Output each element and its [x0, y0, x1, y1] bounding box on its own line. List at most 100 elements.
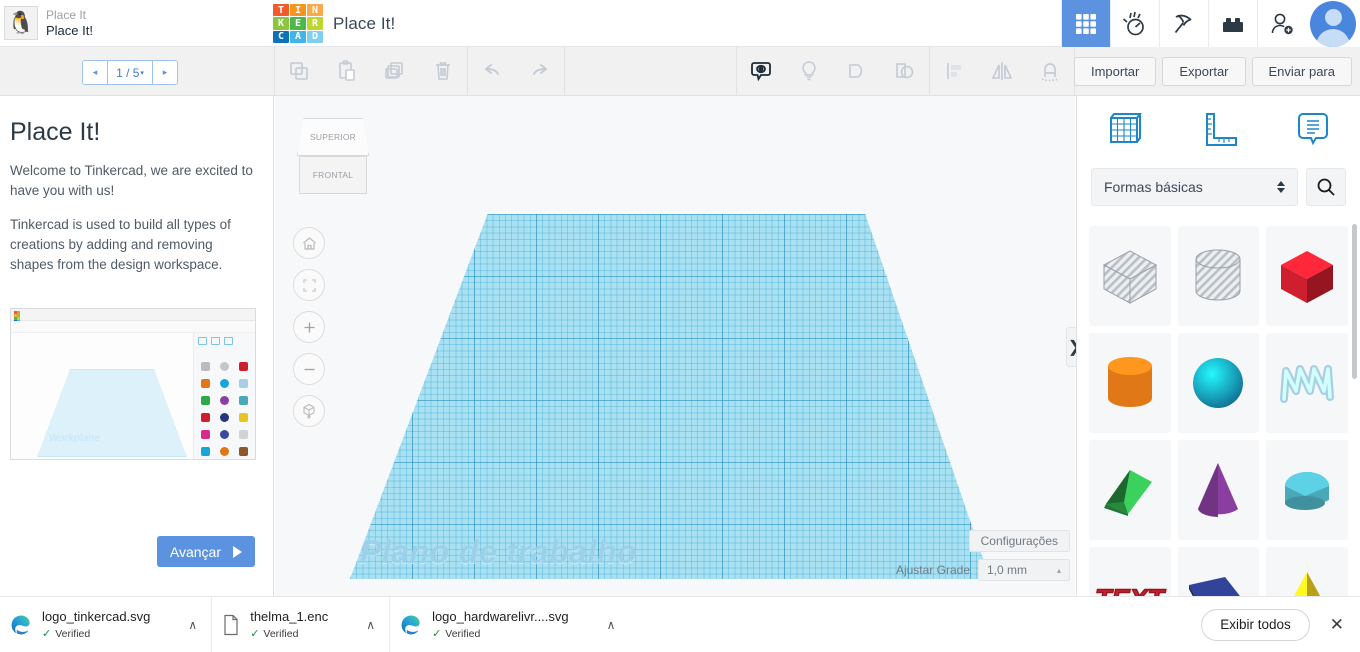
brand[interactable]: TIN KER CAD Place It!: [273, 4, 395, 43]
shape-grid: TEXT: [1077, 218, 1360, 596]
group-icon[interactable]: [833, 47, 881, 95]
shapes-scrollbar[interactable]: [1352, 224, 1357, 379]
import-button[interactable]: Importar: [1073, 57, 1157, 86]
settings-button[interactable]: Configurações: [968, 530, 1070, 552]
download-status-label: Verified: [55, 627, 91, 640]
mirror-icon[interactable]: [978, 47, 1026, 95]
shape-item-wedge-navy[interactable]: [1177, 547, 1260, 596]
shape-category-select[interactable]: Formas básicas: [1091, 168, 1298, 206]
show-all-downloads-button[interactable]: Exibir todos: [1201, 608, 1310, 641]
download-file-name: logo_tinkercad.svg: [42, 609, 151, 624]
search-icon[interactable]: [1306, 168, 1346, 206]
workplane-major-grid: [350, 214, 990, 579]
export-button[interactable]: Exportar: [1162, 57, 1246, 86]
show-hide-eye-icon[interactable]: [737, 47, 785, 95]
pager-count-label: 1 / 5: [116, 65, 140, 80]
download-file-name: thelma_1.enc: [250, 609, 329, 624]
file-actions: Importar Exportar Enviar para: [1073, 57, 1352, 86]
shape-item-text-red[interactable]: TEXT: [1089, 547, 1171, 596]
logo-cell-n: N: [307, 4, 323, 17]
view-cube-top-face[interactable]: SUPERIOR: [297, 118, 369, 156]
workplane-grid-icon[interactable]: [1077, 108, 1171, 152]
thumb-shape-item: [236, 376, 252, 390]
download-item[interactable]: logo_hardwarelivr....svg ✓ Verified ∧: [389, 596, 629, 652]
thumb-shape-item: [236, 410, 252, 424]
chevron-up-icon[interactable]: ∧: [607, 618, 616, 632]
zoom-in-icon[interactable]: [293, 311, 325, 343]
undo-icon[interactable]: [468, 47, 516, 95]
grid-snap-select[interactable]: 1,0 mm ▴: [978, 559, 1070, 581]
grid-apps-icon[interactable]: [1061, 0, 1110, 47]
home-icon[interactable]: [293, 227, 325, 259]
advance-button[interactable]: Avançar: [156, 536, 255, 567]
shape-item-pyramid-yellow[interactable]: [1266, 547, 1348, 596]
lightbulb-icon[interactable]: [785, 47, 833, 95]
thumb-shape-item: [216, 410, 232, 424]
codeblocks-pickaxe-icon[interactable]: [1159, 0, 1208, 47]
paste-icon[interactable]: [323, 47, 371, 95]
circuits-icon[interactable]: [1110, 0, 1159, 47]
pager-prev-button[interactable]: ◂: [83, 61, 107, 84]
send-to-button[interactable]: Enviar para: [1251, 57, 1352, 86]
fit-view-icon[interactable]: [293, 269, 325, 301]
thumb-toolbar: [11, 321, 255, 333]
shape-category-value: Formas básicas: [1104, 179, 1203, 195]
view-cube-front-face[interactable]: FRONTAL: [299, 156, 367, 194]
magnet-icon[interactable]: [1026, 47, 1074, 95]
workplane-label: Plano de trabalho: [360, 534, 637, 570]
logo-cell-a: A: [290, 30, 306, 43]
project-thumbnail[interactable]: 🐧: [4, 6, 38, 40]
pager-count[interactable]: 1 / 5 ▾: [107, 61, 153, 84]
add-user-icon[interactable]: [1257, 0, 1306, 47]
shape-item-cylinder-orange[interactable]: [1089, 333, 1171, 433]
grid-snap-value: 1,0 mm: [987, 563, 1028, 577]
ruler-icon[interactable]: [1171, 108, 1265, 152]
align-icon[interactable]: [930, 47, 978, 95]
duplicate-icon[interactable]: [371, 47, 419, 95]
thumb-shape-item: [197, 444, 213, 458]
shape-item-roof-green[interactable]: [1089, 440, 1171, 540]
project-meta: Place It Place It!: [46, 8, 226, 39]
edge-browser-icon: [10, 614, 32, 636]
project-owner: Place It: [46, 7, 87, 22]
copy-icon[interactable]: [275, 47, 323, 95]
shape-item-box-hole[interactable]: [1089, 226, 1171, 326]
design-canvas[interactable]: SUPERIOR FRONTAL Plano de trabalho Confi…: [275, 96, 1075, 596]
workplane[interactable]: Plano de trabalho: [350, 214, 990, 579]
view-cube[interactable]: SUPERIOR FRONTAL: [297, 118, 369, 194]
shape-item-cone-purple[interactable]: [1177, 440, 1260, 540]
orthographic-view-icon[interactable]: [293, 395, 325, 427]
shape-item-halfcylinder-teal[interactable]: [1266, 440, 1348, 540]
thumb-titlebar: [11, 309, 255, 326]
spinner-icon: [1277, 181, 1285, 193]
thumb-shape-item: [236, 427, 252, 441]
ungroup-icon[interactable]: [881, 47, 929, 95]
user-avatar[interactable]: [1306, 0, 1360, 47]
play-arrow-icon: [233, 545, 242, 558]
thumb-shape-item: [197, 410, 213, 424]
shape-item-scribble-lightblue[interactable]: [1266, 333, 1348, 433]
close-icon[interactable]: ✕: [1324, 615, 1350, 635]
download-item-texts: logo_hardwarelivr....svg ✓ Verified: [432, 609, 569, 640]
pager-next-button[interactable]: ▸: [153, 61, 177, 84]
thumb-shape-item: [236, 359, 252, 373]
shape-item-cylinder-hole[interactable]: [1177, 226, 1260, 326]
shape-item-box-red[interactable]: [1266, 226, 1348, 326]
delete-icon[interactable]: [419, 47, 467, 95]
zoom-out-icon[interactable]: [293, 353, 325, 385]
brick-icon[interactable]: [1208, 0, 1257, 47]
check-icon: ✓: [432, 628, 442, 640]
brand-title: Place It!: [333, 13, 396, 33]
shape-item-sphere-blue[interactable]: [1177, 333, 1260, 433]
thumb-shape-panel: [193, 333, 255, 459]
download-item[interactable]: logo_tinkercad.svg ✓ Verified ∧: [0, 597, 211, 652]
thumb-shape-item: [216, 393, 232, 407]
redo-icon[interactable]: [516, 47, 564, 95]
download-item[interactable]: thelma_1.enc ✓ Verified ∧: [211, 596, 389, 652]
chevron-up-icon[interactable]: ∧: [188, 618, 197, 632]
tutorial-footer: Avançar: [0, 536, 274, 596]
check-icon: ✓: [250, 628, 260, 640]
chevron-up-icon[interactable]: ∧: [366, 618, 375, 632]
notes-icon[interactable]: [1266, 108, 1360, 152]
thumb-shape-item: [197, 359, 213, 373]
